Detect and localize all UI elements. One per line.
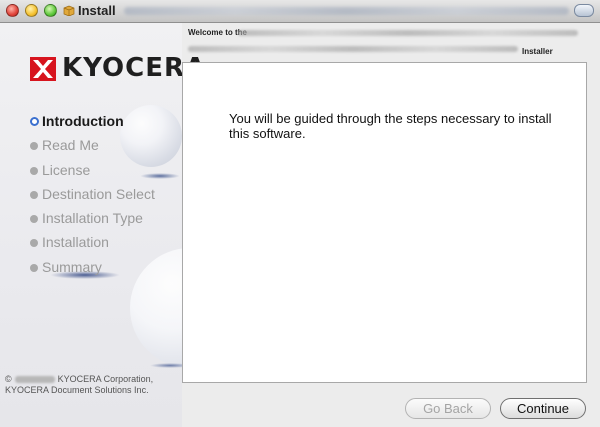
step-label: Summary xyxy=(42,258,102,275)
title-redacted xyxy=(124,7,569,15)
copyright-line1: KYOCERA Corporation, xyxy=(57,374,154,384)
close-button[interactable] xyxy=(6,4,19,17)
pending-step-icon xyxy=(30,263,38,272)
current-step-icon xyxy=(30,117,39,126)
package-icon xyxy=(63,5,75,16)
content-pane: You will be guided through the steps nec… xyxy=(182,62,587,383)
welcome-redacted xyxy=(188,46,518,52)
step-label: Installation Type xyxy=(42,210,143,227)
pending-step-icon xyxy=(30,166,38,175)
window-title: Install xyxy=(78,3,116,18)
intro-text: You will be guided through the steps nec… xyxy=(229,111,552,141)
decorative-bubble xyxy=(120,105,182,167)
installer-window: Install KYOCERA Introduction Read Me Lic… xyxy=(0,0,600,427)
decorative-shadow xyxy=(140,173,180,179)
installer-word: Installer xyxy=(522,47,553,56)
toolbar-toggle-button[interactable] xyxy=(574,4,594,17)
copyright-line2: KYOCERA Document Solutions Inc. xyxy=(5,385,149,395)
step-label: Destination Select xyxy=(42,185,155,202)
welcome-redacted xyxy=(238,30,578,36)
copyright-symbol: © xyxy=(5,374,12,384)
step-label: License xyxy=(42,161,91,178)
step-label: Read Me xyxy=(42,137,99,154)
title-bar: Install xyxy=(0,0,600,23)
sidebar: KYOCERA Introduction Read Me License Des… xyxy=(0,23,250,427)
kyocera-logo-icon xyxy=(30,57,56,81)
pending-step-icon xyxy=(30,215,38,224)
copyright-notice: © KYOCERA Corporation, KYOCERA Document S… xyxy=(5,374,153,396)
pending-step-icon xyxy=(30,239,38,248)
step-label: Installation xyxy=(42,234,109,251)
minimize-button[interactable] xyxy=(25,4,38,17)
pending-step-icon xyxy=(30,142,38,151)
continue-button[interactable]: Continue xyxy=(500,398,586,419)
copyright-redacted xyxy=(14,376,55,384)
zoom-button[interactable] xyxy=(44,4,57,17)
step-label: Introduction xyxy=(42,113,124,129)
pending-step-icon xyxy=(30,190,38,199)
go-back-button[interactable]: Go Back xyxy=(405,398,491,419)
